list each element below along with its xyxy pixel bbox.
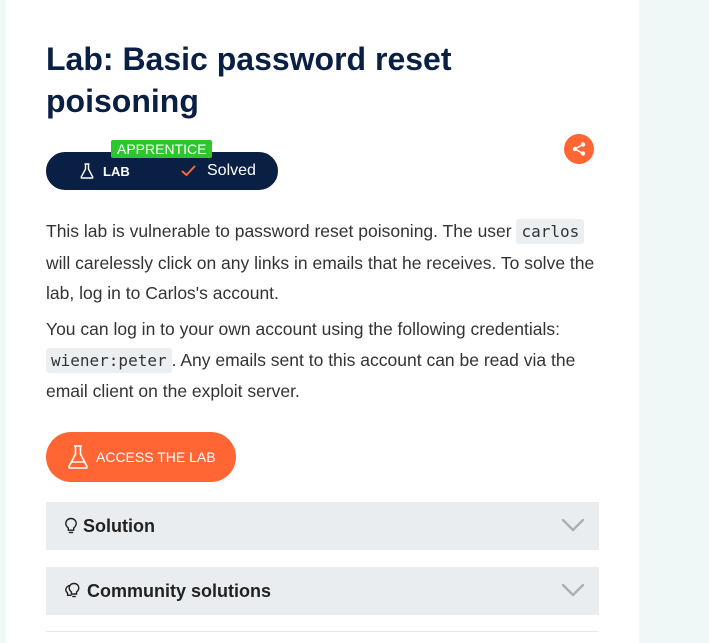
community-solutions-label: Community solutions xyxy=(87,580,271,601)
flask-icon xyxy=(68,445,88,469)
description-paragraph-2: You can log in to your own account using… xyxy=(46,314,598,407)
access-lab-label: ACCESS THE LAB xyxy=(96,449,216,465)
divider xyxy=(46,631,599,632)
description-text: will carelessly click on any links in em… xyxy=(46,252,595,304)
community-solutions-accordion[interactable]: Community solutions xyxy=(46,567,599,615)
chevron-down-icon xyxy=(561,518,585,532)
solved-status: Solved xyxy=(165,153,256,189)
solution-label: Solution xyxy=(83,515,155,536)
credentials-code: wiener:peter xyxy=(46,347,172,373)
lab-type: LAB xyxy=(47,153,165,189)
level-badge: APPRENTICE xyxy=(111,140,213,158)
flask-icon xyxy=(80,163,94,179)
lab-type-label: LAB xyxy=(103,163,130,179)
lab-card: Lab: Basic password reset poisoning APPR… xyxy=(6,0,639,643)
access-lab-button[interactable]: ACCESS THE LAB xyxy=(46,432,236,482)
share-button[interactable] xyxy=(564,134,594,164)
description-text: This lab is vulnerable to password reset… xyxy=(46,221,517,241)
lightbulb-icon xyxy=(65,517,77,534)
solution-accordion[interactable]: Solution xyxy=(46,502,599,550)
description-paragraph-1: This lab is vulnerable to password reset… xyxy=(46,216,598,309)
description-text: You can log in to your own account using… xyxy=(46,319,560,339)
status-label: Solved xyxy=(207,162,256,179)
checkmark-icon xyxy=(181,165,196,176)
community-lightbulbs-icon xyxy=(65,582,80,598)
page-title: Lab: Basic password reset poisoning xyxy=(46,41,452,119)
lab-status-badge: APPRENTICE LAB Solved xyxy=(46,140,278,192)
username-code: carlos xyxy=(516,219,585,244)
share-icon xyxy=(572,142,586,156)
chevron-down-icon xyxy=(561,583,585,597)
